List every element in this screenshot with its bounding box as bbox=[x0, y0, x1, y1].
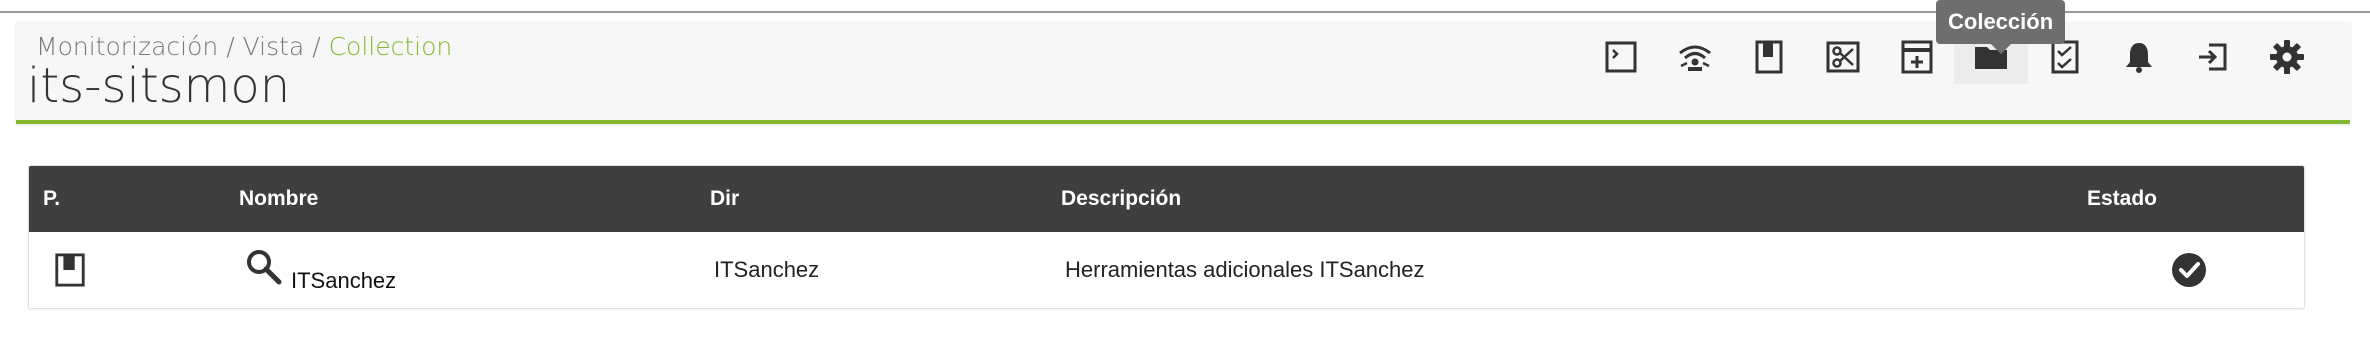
page-title: its-sitsmon bbox=[27, 58, 291, 114]
logout-icon bbox=[2199, 43, 2227, 71]
breadcrumb-separator: / bbox=[304, 32, 329, 61]
gear-icon bbox=[2270, 40, 2304, 74]
collection-table: P. Nombre Dir Descripción Estado ITSanch… bbox=[28, 165, 2305, 309]
checklist-icon bbox=[2051, 40, 2079, 74]
tab-network[interactable] bbox=[1658, 30, 1732, 84]
column-header-dir: Dir bbox=[710, 187, 740, 210]
row-p-cell[interactable] bbox=[53, 232, 87, 308]
tab-alerts[interactable] bbox=[2102, 30, 2176, 84]
column-header-estado: Estado bbox=[2087, 187, 2158, 210]
tooltip-coleccion: Colección bbox=[1936, 0, 2066, 54]
book-icon bbox=[1755, 40, 1783, 74]
tab-tools[interactable] bbox=[1806, 30, 1880, 84]
tab-settings[interactable] bbox=[2250, 30, 2324, 84]
breadcrumb: Monitorización / Vista / Collection bbox=[36, 32, 452, 61]
row-nombre[interactable]: ITSanchez bbox=[291, 268, 396, 294]
row-dir: ITSanchez bbox=[714, 257, 820, 282]
breadcrumb-separator: / bbox=[218, 32, 243, 61]
breadcrumb-monitorizacion[interactable]: Monitorización bbox=[36, 32, 218, 61]
wifi-monitor-icon bbox=[1679, 45, 1711, 71]
row-estado-cell bbox=[2171, 232, 2207, 308]
console-icon bbox=[1605, 41, 1637, 73]
book-icon bbox=[55, 253, 85, 287]
check-circle-icon bbox=[2172, 253, 2206, 287]
printer-icon bbox=[1901, 40, 1933, 74]
column-header-descripcion: Descripción bbox=[1061, 187, 1182, 210]
tab-console[interactable] bbox=[1584, 30, 1658, 84]
row-nombre-cell: ITSanchez bbox=[245, 232, 396, 308]
column-header-nombre: Nombre bbox=[239, 187, 319, 210]
breadcrumb-current: Collection bbox=[328, 32, 453, 61]
scissors-icon bbox=[1826, 41, 1860, 73]
row-descripcion: Herramientas adicionales ITSanchez bbox=[1065, 257, 1425, 282]
table-header: P. Nombre Dir Descripción Estado bbox=[29, 166, 2304, 232]
search-icon[interactable] bbox=[245, 248, 283, 286]
bell-icon bbox=[2126, 43, 2152, 73]
column-header-p: P. bbox=[43, 187, 61, 210]
tab-book[interactable] bbox=[1732, 30, 1806, 84]
tab-logout[interactable] bbox=[2176, 30, 2250, 84]
table-row: ITSanchez ITSanchez Herramientas adicion… bbox=[29, 232, 2304, 308]
breadcrumb-vista[interactable]: Vista bbox=[243, 32, 305, 61]
